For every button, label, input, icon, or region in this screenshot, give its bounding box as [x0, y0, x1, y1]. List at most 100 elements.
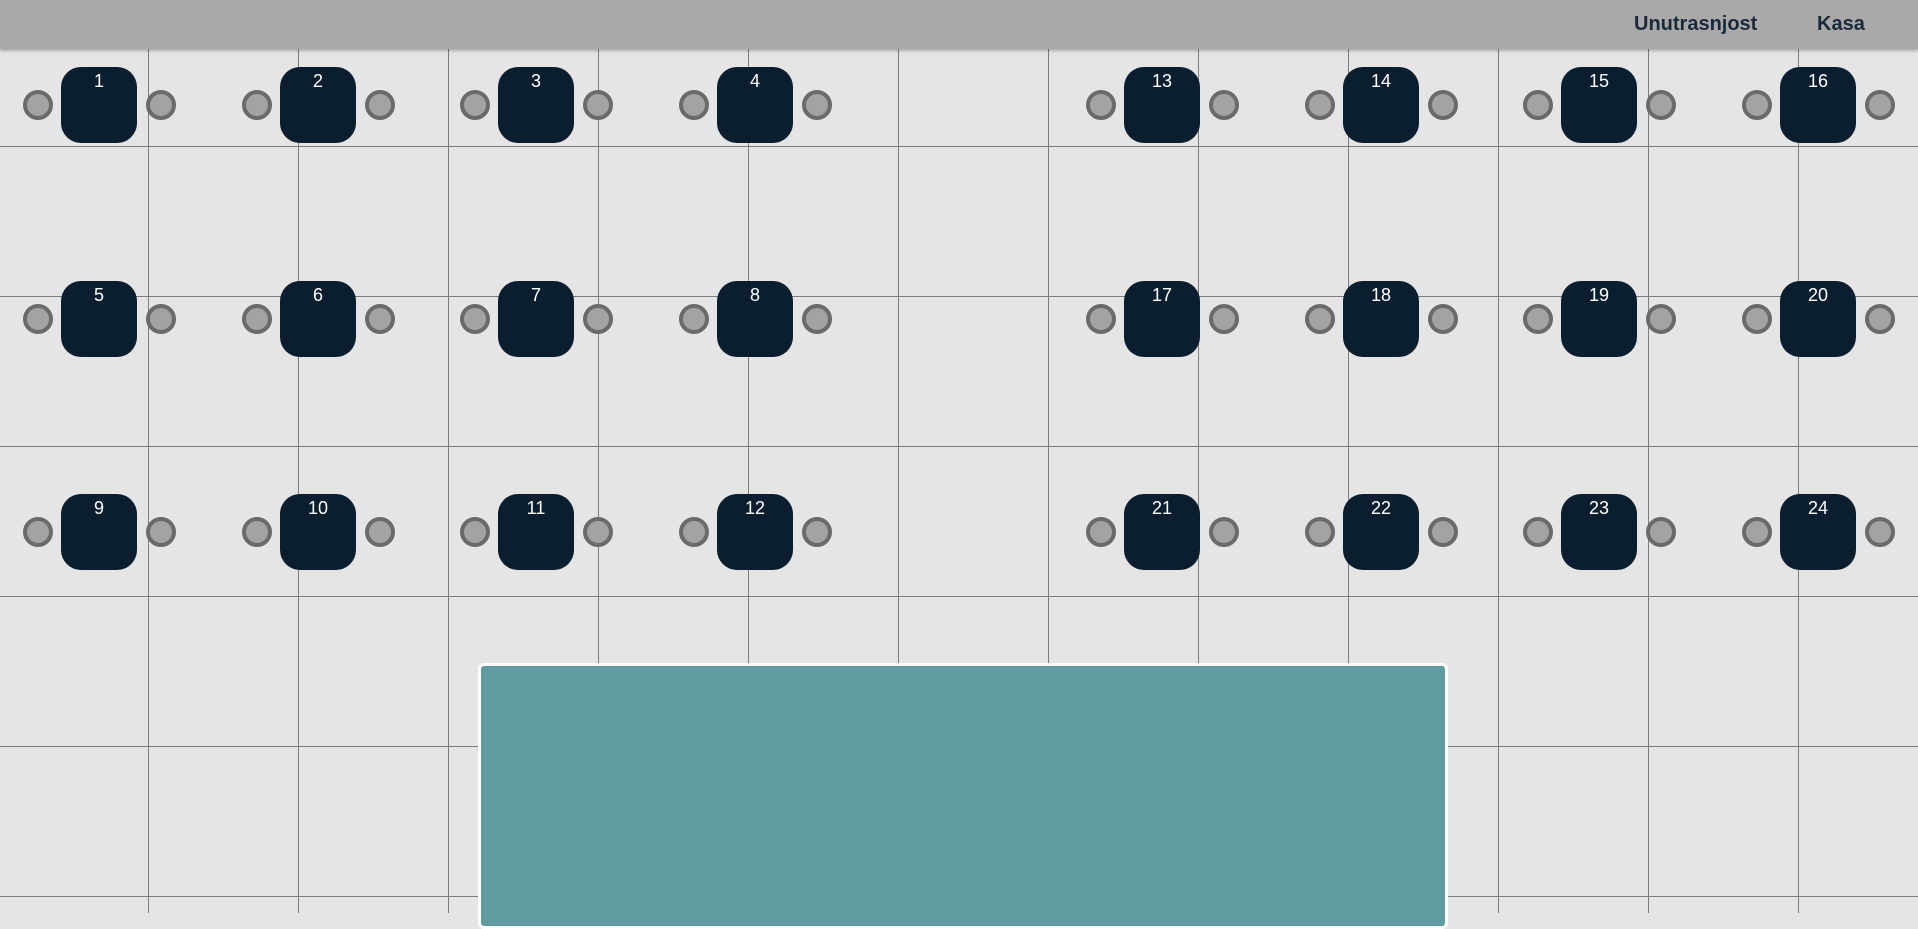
table-number: 4: [749, 71, 760, 91]
chair-left[interactable]: [1305, 517, 1335, 547]
chair-left[interactable]: [1742, 90, 1772, 120]
chair-right[interactable]: [1646, 517, 1676, 547]
chair-left[interactable]: [242, 304, 272, 334]
table-23[interactable]: 23: [1561, 494, 1637, 570]
table-20[interactable]: 20: [1780, 281, 1856, 357]
table-8[interactable]: 8: [717, 281, 793, 357]
chair-left[interactable]: [23, 90, 53, 120]
chair-left[interactable]: [1305, 304, 1335, 334]
chair-right[interactable]: [583, 517, 613, 547]
table-18[interactable]: 18: [1343, 281, 1419, 357]
chair-right[interactable]: [802, 90, 832, 120]
chair-left[interactable]: [460, 517, 490, 547]
table-unit: 12: [656, 494, 856, 570]
chair-right[interactable]: [146, 517, 176, 547]
chair-right[interactable]: [365, 517, 395, 547]
chair-left[interactable]: [23, 304, 53, 334]
chair-right[interactable]: [1428, 517, 1458, 547]
chair-right[interactable]: [146, 304, 176, 334]
chair-right[interactable]: [1865, 90, 1895, 120]
table-11[interactable]: 11: [498, 494, 574, 570]
chair-right[interactable]: [1428, 304, 1458, 334]
chair-left[interactable]: [23, 517, 53, 547]
table-7[interactable]: 7: [498, 281, 574, 357]
table-number: 17: [1151, 285, 1173, 305]
chair-right[interactable]: [802, 517, 832, 547]
chair-right[interactable]: [365, 304, 395, 334]
table-1[interactable]: 1: [61, 67, 137, 143]
chair-right[interactable]: [1209, 90, 1239, 120]
chair-right[interactable]: [583, 90, 613, 120]
chair-left[interactable]: [1523, 90, 1553, 120]
table-number: 9: [93, 498, 104, 518]
chair-right[interactable]: [1646, 90, 1676, 120]
table-unit: 13: [1063, 67, 1263, 143]
table-unit: 21: [1063, 494, 1263, 570]
chair-right[interactable]: [365, 90, 395, 120]
grid-line-horizontal: [0, 596, 1918, 597]
chair-left[interactable]: [1086, 517, 1116, 547]
table-unit: 15: [1500, 67, 1700, 143]
table-number: 2: [312, 71, 323, 91]
chair-right[interactable]: [583, 304, 613, 334]
chair-left[interactable]: [1523, 304, 1553, 334]
chair-left[interactable]: [679, 304, 709, 334]
chair-right[interactable]: [1428, 90, 1458, 120]
table-number: 3: [530, 71, 541, 91]
chair-left[interactable]: [1305, 90, 1335, 120]
table-24[interactable]: 24: [1780, 494, 1856, 570]
table-6[interactable]: 6: [280, 281, 356, 357]
chair-left[interactable]: [460, 90, 490, 120]
chair-left[interactable]: [1742, 517, 1772, 547]
grid-line-vertical: [1798, 49, 1799, 913]
nav-link-unutrasnjost[interactable]: Unutrasnjost: [1634, 12, 1757, 36]
chair-right[interactable]: [1209, 304, 1239, 334]
chair-left[interactable]: [460, 304, 490, 334]
table-number: 14: [1370, 71, 1392, 91]
table-3[interactable]: 3: [498, 67, 574, 143]
table-number: 18: [1370, 285, 1392, 305]
table-13[interactable]: 13: [1124, 67, 1200, 143]
chair-left[interactable]: [242, 90, 272, 120]
table-number: 12: [744, 498, 766, 518]
table-number: 1: [93, 71, 104, 91]
chair-right[interactable]: [1865, 517, 1895, 547]
chair-right[interactable]: [1646, 304, 1676, 334]
chair-right[interactable]: [146, 90, 176, 120]
table-unit: 8: [656, 281, 856, 357]
chair-left[interactable]: [1742, 304, 1772, 334]
chair-left[interactable]: [679, 517, 709, 547]
table-17[interactable]: 17: [1124, 281, 1200, 357]
chair-right[interactable]: [1865, 304, 1895, 334]
table-number: 8: [749, 285, 760, 305]
table-number: 11: [526, 498, 546, 518]
table-4[interactable]: 4: [717, 67, 793, 143]
table-9[interactable]: 9: [61, 494, 137, 570]
chair-left[interactable]: [242, 517, 272, 547]
nav-link-kasa[interactable]: Kasa: [1817, 12, 1865, 36]
table-unit: 20: [1719, 281, 1918, 357]
table-5[interactable]: 5: [61, 281, 137, 357]
table-number: 19: [1588, 285, 1610, 305]
grid-line-vertical: [298, 49, 299, 913]
table-22[interactable]: 22: [1343, 494, 1419, 570]
chair-left[interactable]: [679, 90, 709, 120]
table-unit: 17: [1063, 281, 1263, 357]
table-2[interactable]: 2: [280, 67, 356, 143]
chair-left[interactable]: [1086, 90, 1116, 120]
chair-right[interactable]: [802, 304, 832, 334]
table-15[interactable]: 15: [1561, 67, 1637, 143]
table-16[interactable]: 16: [1780, 67, 1856, 143]
table-unit: 18: [1282, 281, 1482, 357]
table-12[interactable]: 12: [717, 494, 793, 570]
chair-left[interactable]: [1523, 517, 1553, 547]
table-21[interactable]: 21: [1124, 494, 1200, 570]
chair-right[interactable]: [1209, 517, 1239, 547]
grid-line-vertical: [1498, 49, 1499, 913]
chair-left[interactable]: [1086, 304, 1116, 334]
table-19[interactable]: 19: [1561, 281, 1637, 357]
table-number: 6: [312, 285, 323, 305]
table-14[interactable]: 14: [1343, 67, 1419, 143]
table-number: 5: [93, 285, 104, 305]
table-10[interactable]: 10: [280, 494, 356, 570]
